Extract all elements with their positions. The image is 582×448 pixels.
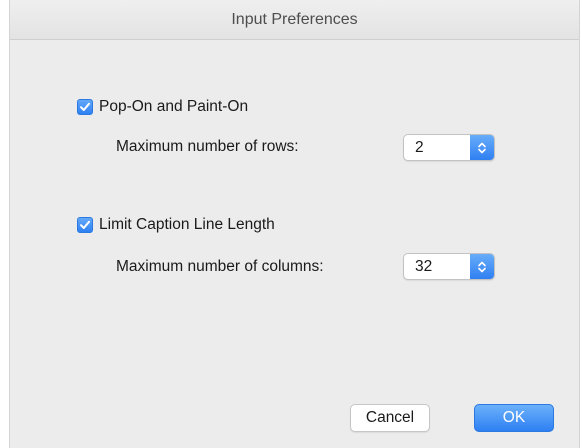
max-columns-label: Maximum number of columns: [116, 258, 324, 275]
pop-on-checkbox[interactable] [77, 99, 93, 115]
caption-length-label: Limit Caption Line Length [99, 216, 275, 233]
max-rows-label: Maximum number of rows: [116, 138, 299, 155]
max-columns-stepper[interactable]: 32 [403, 253, 495, 280]
max-columns-value[interactable]: 32 [404, 258, 470, 276]
stepper-arrows-icon[interactable] [470, 135, 494, 160]
pop-on-label: Pop-On and Paint-On [99, 98, 249, 115]
cancel-button[interactable]: Cancel [350, 404, 430, 432]
pop-on-checkbox-row[interactable]: Pop-On and Paint-On [77, 98, 248, 116]
checkmark-icon [80, 220, 90, 229]
preferences-dialog: Input Preferences Pop-On and Paint-On Ma… [9, 0, 580, 448]
max-rows-stepper[interactable]: 2 [403, 134, 495, 161]
ok-button[interactable]: OK [474, 404, 554, 432]
max-rows-value[interactable]: 2 [404, 139, 470, 157]
checkmark-icon [80, 102, 90, 111]
title-bar[interactable]: Input Preferences [10, 0, 579, 40]
caption-length-checkbox-row[interactable]: Limit Caption Line Length [77, 216, 275, 234]
stepper-arrows-icon[interactable] [470, 254, 494, 279]
caption-length-checkbox[interactable] [77, 217, 93, 233]
window-title: Input Preferences [231, 11, 358, 28]
